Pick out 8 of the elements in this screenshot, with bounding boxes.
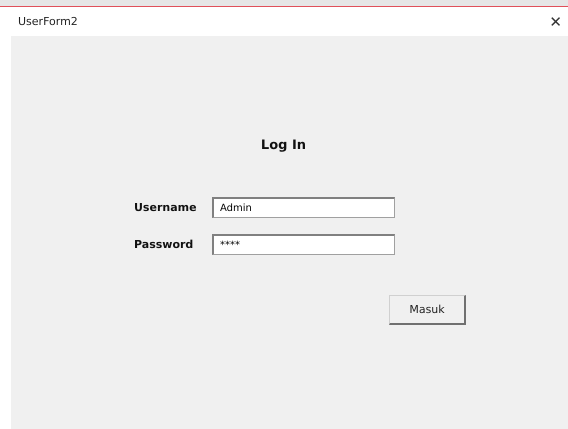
- close-button[interactable]: ✕: [545, 12, 566, 30]
- window-title: UserForm2: [18, 15, 78, 28]
- login-button[interactable]: Masuk: [389, 295, 466, 325]
- field-label: Password: [134, 238, 194, 251]
- input-field[interactable]: Admin: [212, 197, 395, 218]
- input-field[interactable]: ****: [212, 234, 395, 255]
- form-heading: Log In: [260, 138, 306, 153]
- field-label: Username: [134, 201, 198, 214]
